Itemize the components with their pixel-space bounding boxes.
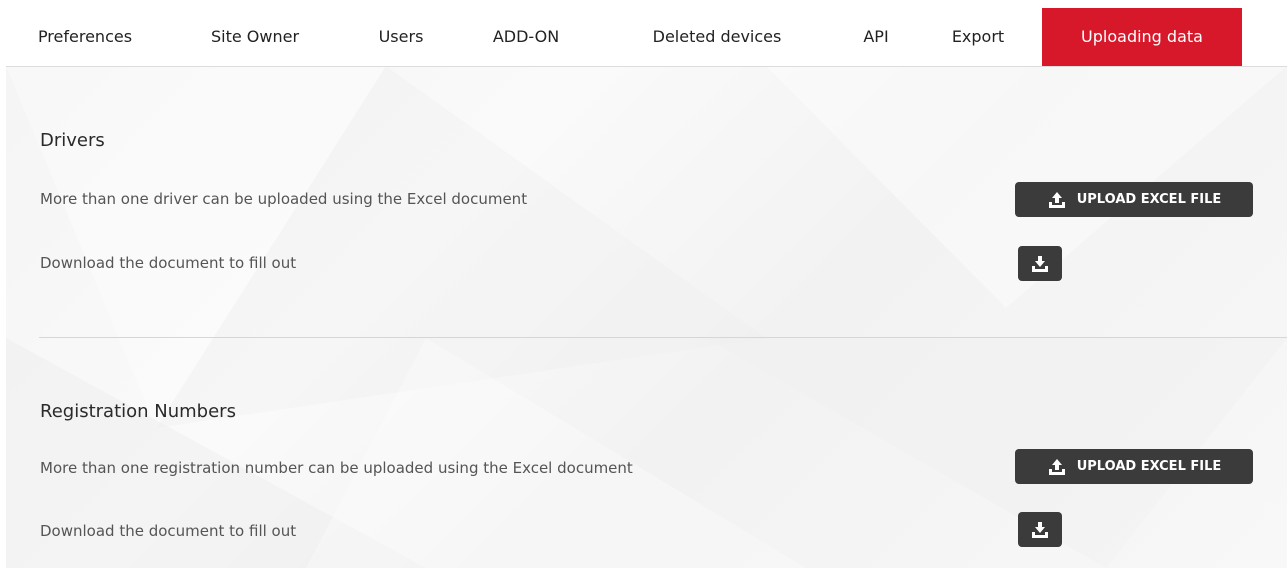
drivers-download-description: Download the document to fill out [40,254,297,272]
drivers-download-template-button[interactable] [1018,246,1062,281]
drivers-upload-excel-button[interactable]: UPLOAD EXCEL FILE [1015,182,1253,217]
tab-export[interactable]: Export [938,8,1018,66]
settings-panel: Preferences Site Owner Users ADD-ON Dele… [6,8,1287,568]
upload-icon [1047,191,1067,209]
section-title-drivers: Drivers [40,130,105,151]
registration-upload-description: More than one registration number can be… [40,459,633,477]
section-divider [39,337,1287,338]
tab-preferences[interactable]: Preferences [20,8,150,66]
tab-users[interactable]: Users [364,8,438,66]
registration-upload-excel-button[interactable]: UPLOAD EXCEL FILE [1015,449,1253,484]
tab-uploading-data[interactable]: Uploading data [1042,8,1242,66]
registration-download-description: Download the document to fill out [40,522,297,540]
tab-site-owner[interactable]: Site Owner [200,8,310,66]
upload-icon [1047,458,1067,476]
registration-download-template-button[interactable] [1018,512,1062,547]
background-pattern [6,66,1287,568]
drivers-upload-description: More than one driver can be uploaded usi… [40,190,528,208]
tab-add-on[interactable]: ADD-ON [476,8,576,66]
download-icon [1030,255,1050,273]
upload-button-label: UPLOAD EXCEL FILE [1076,192,1222,207]
download-icon [1030,521,1050,539]
tab-api[interactable]: API [854,8,898,66]
upload-button-label: UPLOAD EXCEL FILE [1076,459,1222,474]
tab-deleted-devices[interactable]: Deleted devices [632,8,802,66]
section-title-registration-numbers: Registration Numbers [40,401,236,422]
tab-bar: Preferences Site Owner Users ADD-ON Dele… [6,8,1287,67]
